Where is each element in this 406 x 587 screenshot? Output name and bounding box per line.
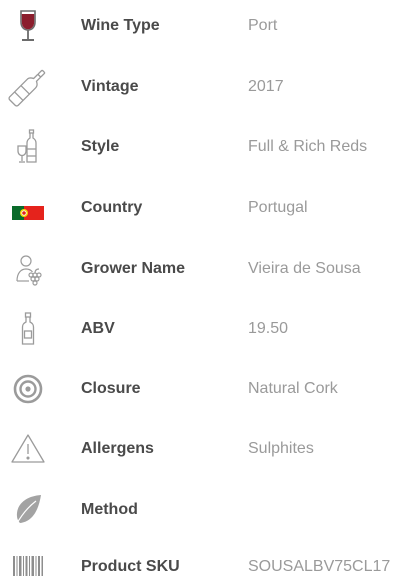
- detail-value: Full & Rich Reds: [248, 138, 368, 155]
- detail-value: Vieira de Sousa: [248, 260, 361, 277]
- wine-bottle-icon: [8, 69, 46, 107]
- barcode-icon: [10, 549, 46, 585]
- detail-value: Port: [248, 17, 278, 34]
- detail-value: 19.50: [248, 320, 289, 337]
- detail-label: Method: [81, 501, 138, 518]
- detail-row-allergens: Allergens Sulphites: [0, 429, 406, 469]
- small-bottle-icon: [10, 311, 46, 347]
- detail-value: Sulphites: [248, 440, 314, 457]
- detail-value: SOUSALBV75CL17: [248, 558, 391, 575]
- detail-row-style: Style Full & Rich Reds: [0, 127, 406, 167]
- detail-row-method: Method: [0, 490, 406, 530]
- detail-label: ABV: [81, 320, 115, 337]
- detail-row-closure: Closure Natural Cork: [0, 369, 406, 409]
- detail-row-abv: ABV 19.50: [0, 309, 406, 349]
- detail-label: Closure: [81, 380, 141, 397]
- detail-label: Country: [81, 199, 143, 216]
- detail-value: 2017: [248, 78, 284, 95]
- detail-label: Style: [81, 138, 120, 155]
- detail-row-wine-type: Wine Type Port: [0, 6, 406, 46]
- detail-value: Portugal: [248, 199, 308, 216]
- detail-row-grower-name: Grower Name Vieira de Sousa: [0, 249, 406, 289]
- detail-label: Vintage: [81, 78, 139, 95]
- closure-ring-icon: [10, 371, 46, 407]
- detail-row-product-sku: Product SKU SOUSALBV75CL17: [0, 547, 406, 587]
- wine-glass-icon: [10, 8, 46, 44]
- detail-row-country: Country Portugal: [0, 188, 406, 228]
- bottle-and-glass-icon: [10, 129, 46, 165]
- leaf-icon: [10, 492, 46, 528]
- warning-triangle-icon: [10, 431, 46, 467]
- detail-value: Natural Cork: [248, 380, 338, 397]
- detail-label: Product SKU: [81, 558, 180, 575]
- detail-label: Wine Type: [81, 17, 160, 34]
- detail-label: Grower Name: [81, 260, 186, 277]
- detail-row-vintage: Vintage 2017: [0, 67, 406, 107]
- portugal-flag-icon: [10, 190, 46, 226]
- detail-label: Allergens: [81, 440, 154, 457]
- grower-grapes-icon: [10, 251, 46, 287]
